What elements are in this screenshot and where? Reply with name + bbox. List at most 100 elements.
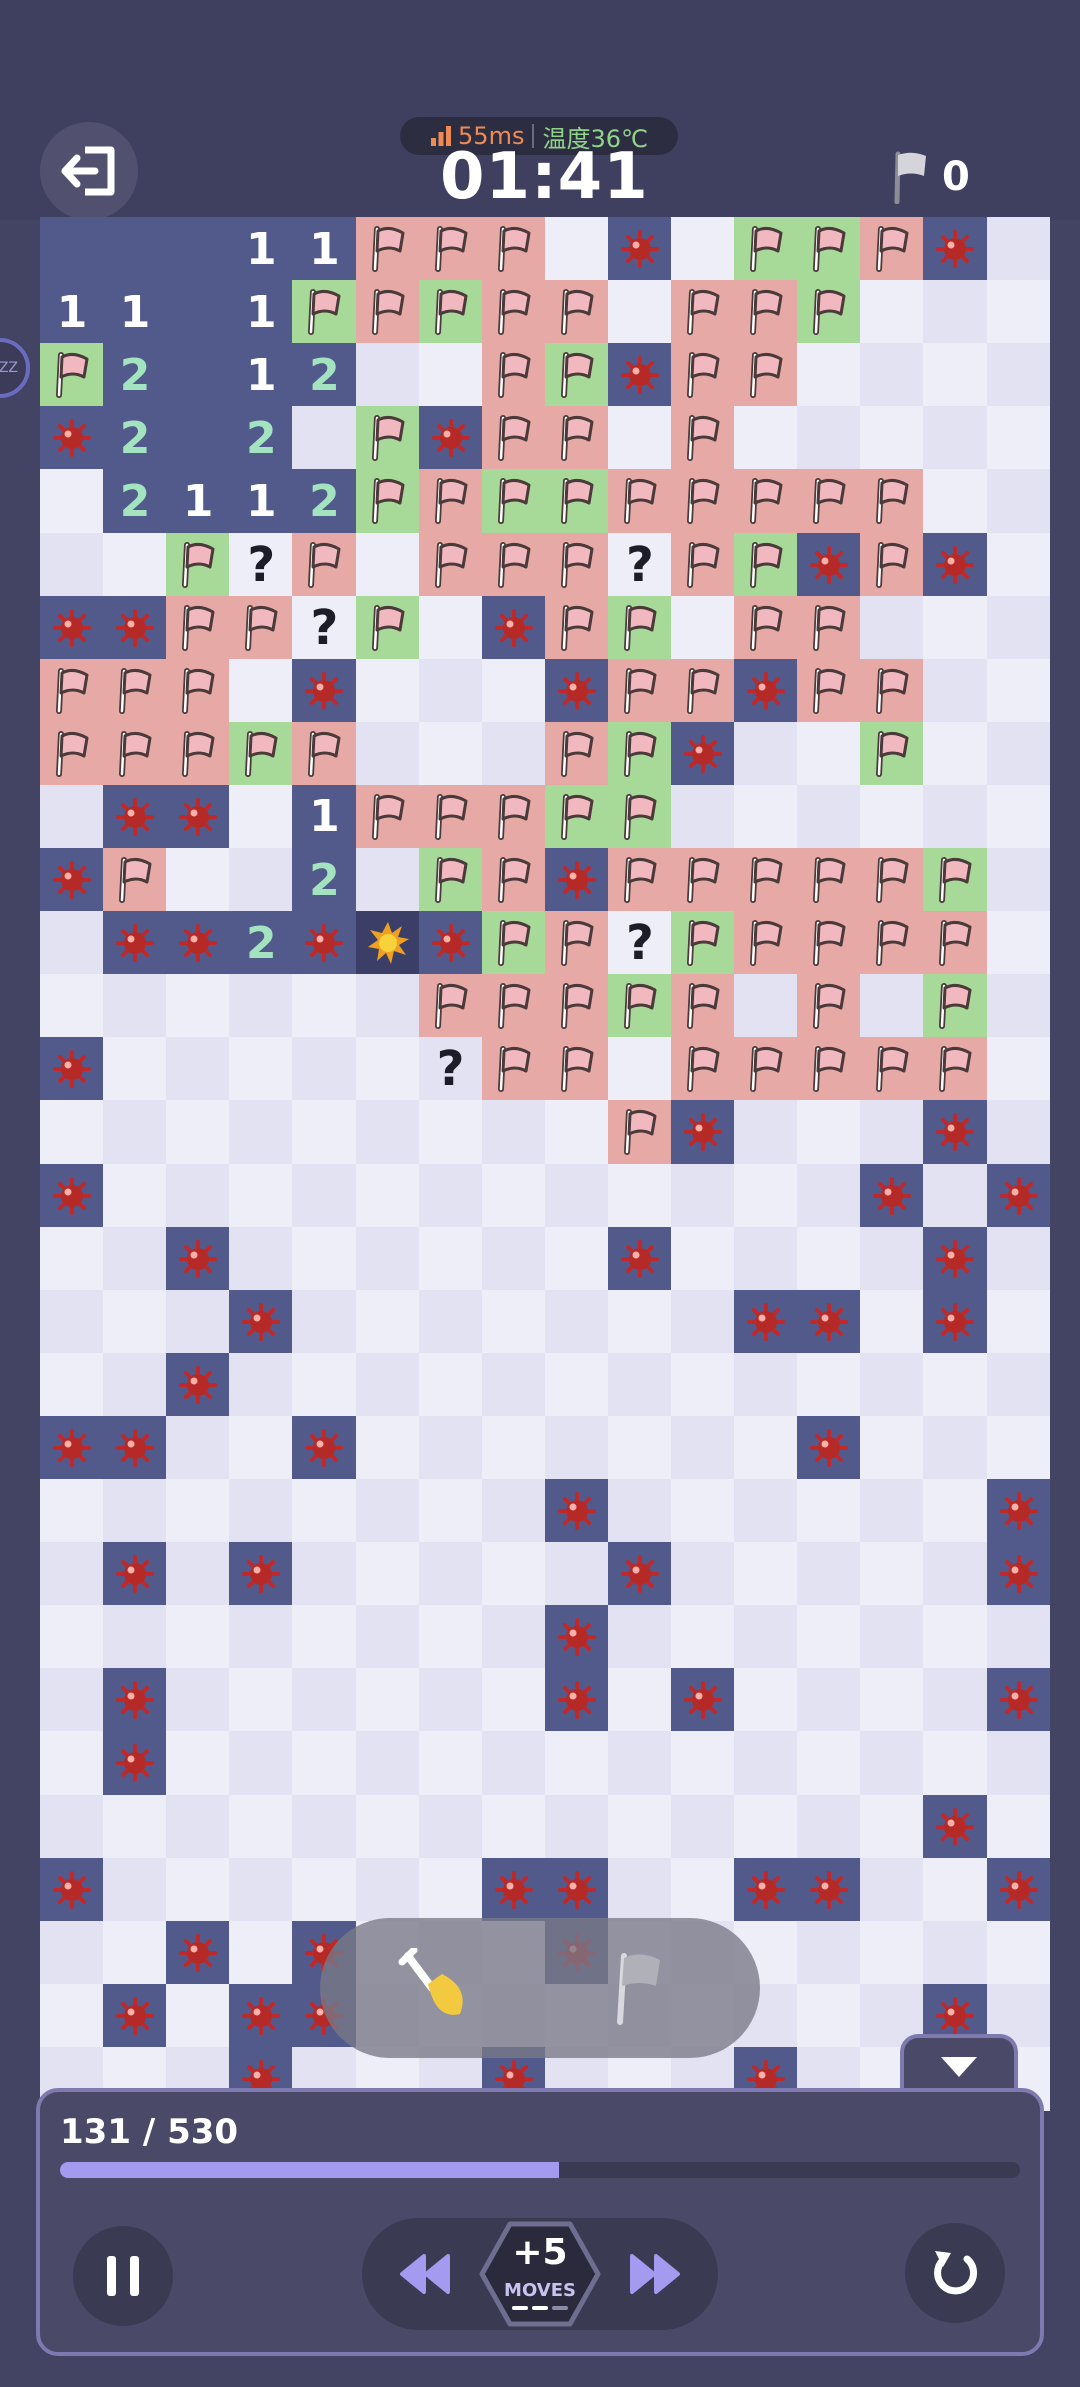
unrevealed-cell[interactable]	[166, 1794, 231, 1859]
unrevealed-cell[interactable]	[40, 532, 104, 597]
unrevealed-cell[interactable]	[986, 911, 1050, 976]
flag-icon[interactable]	[355, 784, 420, 849]
unrevealed-cell[interactable]	[671, 1605, 735, 1670]
unrevealed-cell[interactable]	[229, 1100, 294, 1165]
flag-icon[interactable]	[671, 343, 735, 408]
unrevealed-cell[interactable]	[860, 1605, 925, 1670]
unrevealed-cell[interactable]	[607, 1857, 672, 1922]
unrevealed-cell[interactable]	[671, 1163, 735, 1228]
unrevealed-cell[interactable]	[797, 1794, 862, 1859]
unrevealed-cell[interactable]	[860, 1857, 925, 1922]
unrevealed-cell[interactable]	[355, 658, 420, 723]
flag-icon[interactable]	[734, 595, 799, 660]
unrevealed-cell[interactable]	[355, 1794, 420, 1859]
unrevealed-cell[interactable]	[797, 1542, 862, 1607]
unrevealed-cell[interactable]	[355, 1605, 420, 1670]
unrevealed-cell[interactable]	[986, 1352, 1050, 1417]
flag-icon[interactable]	[860, 911, 925, 976]
flag-icon[interactable]	[40, 658, 104, 723]
unrevealed-cell[interactable]	[355, 1668, 420, 1733]
unrevealed-cell[interactable]	[986, 848, 1050, 912]
unrevealed-cell[interactable]	[986, 532, 1050, 597]
unrevealed-cell[interactable]	[734, 1794, 799, 1859]
unrevealed-cell[interactable]	[860, 280, 925, 345]
unrevealed-cell[interactable]	[986, 1731, 1050, 1796]
unrevealed-cell[interactable]	[544, 1226, 609, 1291]
unrevealed-cell[interactable]	[923, 1605, 988, 1670]
question-cell[interactable]: ?	[418, 1037, 483, 1102]
unrevealed-cell[interactable]	[734, 1605, 799, 1670]
flag-icon[interactable]	[797, 469, 862, 534]
unrevealed-cell[interactable]	[986, 343, 1050, 408]
unrevealed-cell[interactable]	[229, 1605, 294, 1670]
flag-icon[interactable]	[923, 1037, 988, 1102]
flag-icon[interactable]	[418, 217, 483, 281]
unrevealed-cell[interactable]	[418, 1605, 483, 1670]
unrevealed-cell[interactable]	[229, 1415, 294, 1480]
unrevealed-cell[interactable]	[671, 1352, 735, 1417]
unrevealed-cell[interactable]	[292, 1794, 357, 1859]
flag-icon[interactable]	[923, 848, 988, 912]
question-cell[interactable]: ?	[607, 532, 672, 597]
flag-icon[interactable]	[607, 721, 672, 786]
unrevealed-cell[interactable]	[418, 1352, 483, 1417]
unrevealed-cell[interactable]	[166, 1415, 231, 1480]
unrevealed-cell[interactable]	[418, 658, 483, 723]
flag-icon[interactable]	[166, 532, 231, 597]
flag-icon[interactable]	[481, 469, 546, 534]
flag-icon[interactable]	[671, 532, 735, 597]
unrevealed-cell[interactable]	[418, 1100, 483, 1165]
flag-icon[interactable]	[418, 974, 483, 1039]
unrevealed-cell[interactable]	[418, 1415, 483, 1480]
unrevealed-cell[interactable]	[418, 1857, 483, 1922]
unrevealed-cell[interactable]	[355, 532, 420, 597]
flag-icon[interactable]	[103, 658, 168, 723]
flag-icon[interactable]	[355, 406, 420, 471]
unrevealed-cell[interactable]	[923, 280, 988, 345]
unrevealed-cell[interactable]	[103, 1794, 168, 1859]
unrevealed-cell[interactable]	[40, 1352, 104, 1417]
unrevealed-cell[interactable]	[103, 532, 168, 597]
unrevealed-cell[interactable]	[734, 721, 799, 786]
flag-icon[interactable]	[734, 280, 799, 345]
unrevealed-cell[interactable]	[797, 343, 862, 408]
unrevealed-cell[interactable]	[544, 1794, 609, 1859]
unrevealed-cell[interactable]	[607, 280, 672, 345]
fast-forward-button[interactable]	[628, 2252, 682, 2300]
unrevealed-cell[interactable]	[481, 1668, 546, 1733]
unrevealed-cell[interactable]	[103, 1605, 168, 1670]
unrevealed-cell[interactable]	[229, 1037, 294, 1102]
unrevealed-cell[interactable]	[671, 1794, 735, 1859]
unrevealed-cell[interactable]	[40, 1289, 104, 1354]
flag-icon[interactable]	[671, 848, 735, 912]
unrevealed-cell[interactable]	[797, 406, 862, 471]
unrevealed-cell[interactable]	[923, 1352, 988, 1417]
unrevealed-cell[interactable]	[860, 595, 925, 660]
unrevealed-cell[interactable]	[923, 1668, 988, 1733]
unrevealed-cell[interactable]	[355, 1100, 420, 1165]
unrevealed-cell[interactable]	[355, 1037, 420, 1102]
unrevealed-cell[interactable]	[166, 1289, 231, 1354]
unrevealed-cell[interactable]	[860, 343, 925, 408]
unrevealed-cell[interactable]	[166, 848, 231, 912]
unrevealed-cell[interactable]	[986, 658, 1050, 723]
unrevealed-cell[interactable]	[166, 1479, 231, 1543]
unrevealed-cell[interactable]	[40, 911, 104, 976]
flag-icon[interactable]	[481, 848, 546, 912]
unrevealed-cell[interactable]	[481, 1100, 546, 1165]
unrevealed-cell[interactable]	[103, 1857, 168, 1922]
flag-icon[interactable]	[544, 784, 609, 849]
unrevealed-cell[interactable]	[40, 1479, 104, 1543]
unrevealed-cell[interactable]	[671, 1857, 735, 1922]
unrevealed-cell[interactable]	[923, 406, 988, 471]
unrevealed-cell[interactable]	[481, 1163, 546, 1228]
unrevealed-cell[interactable]	[166, 974, 231, 1039]
unrevealed-cell[interactable]	[986, 784, 1050, 849]
flag-icon[interactable]	[607, 848, 672, 912]
unrevealed-cell[interactable]	[923, 469, 988, 534]
unrevealed-cell[interactable]	[418, 1226, 483, 1291]
flag-icon[interactable]	[418, 532, 483, 597]
unrevealed-cell[interactable]	[923, 1163, 988, 1228]
unrevealed-cell[interactable]	[860, 974, 925, 1039]
unrevealed-cell[interactable]	[986, 721, 1050, 786]
